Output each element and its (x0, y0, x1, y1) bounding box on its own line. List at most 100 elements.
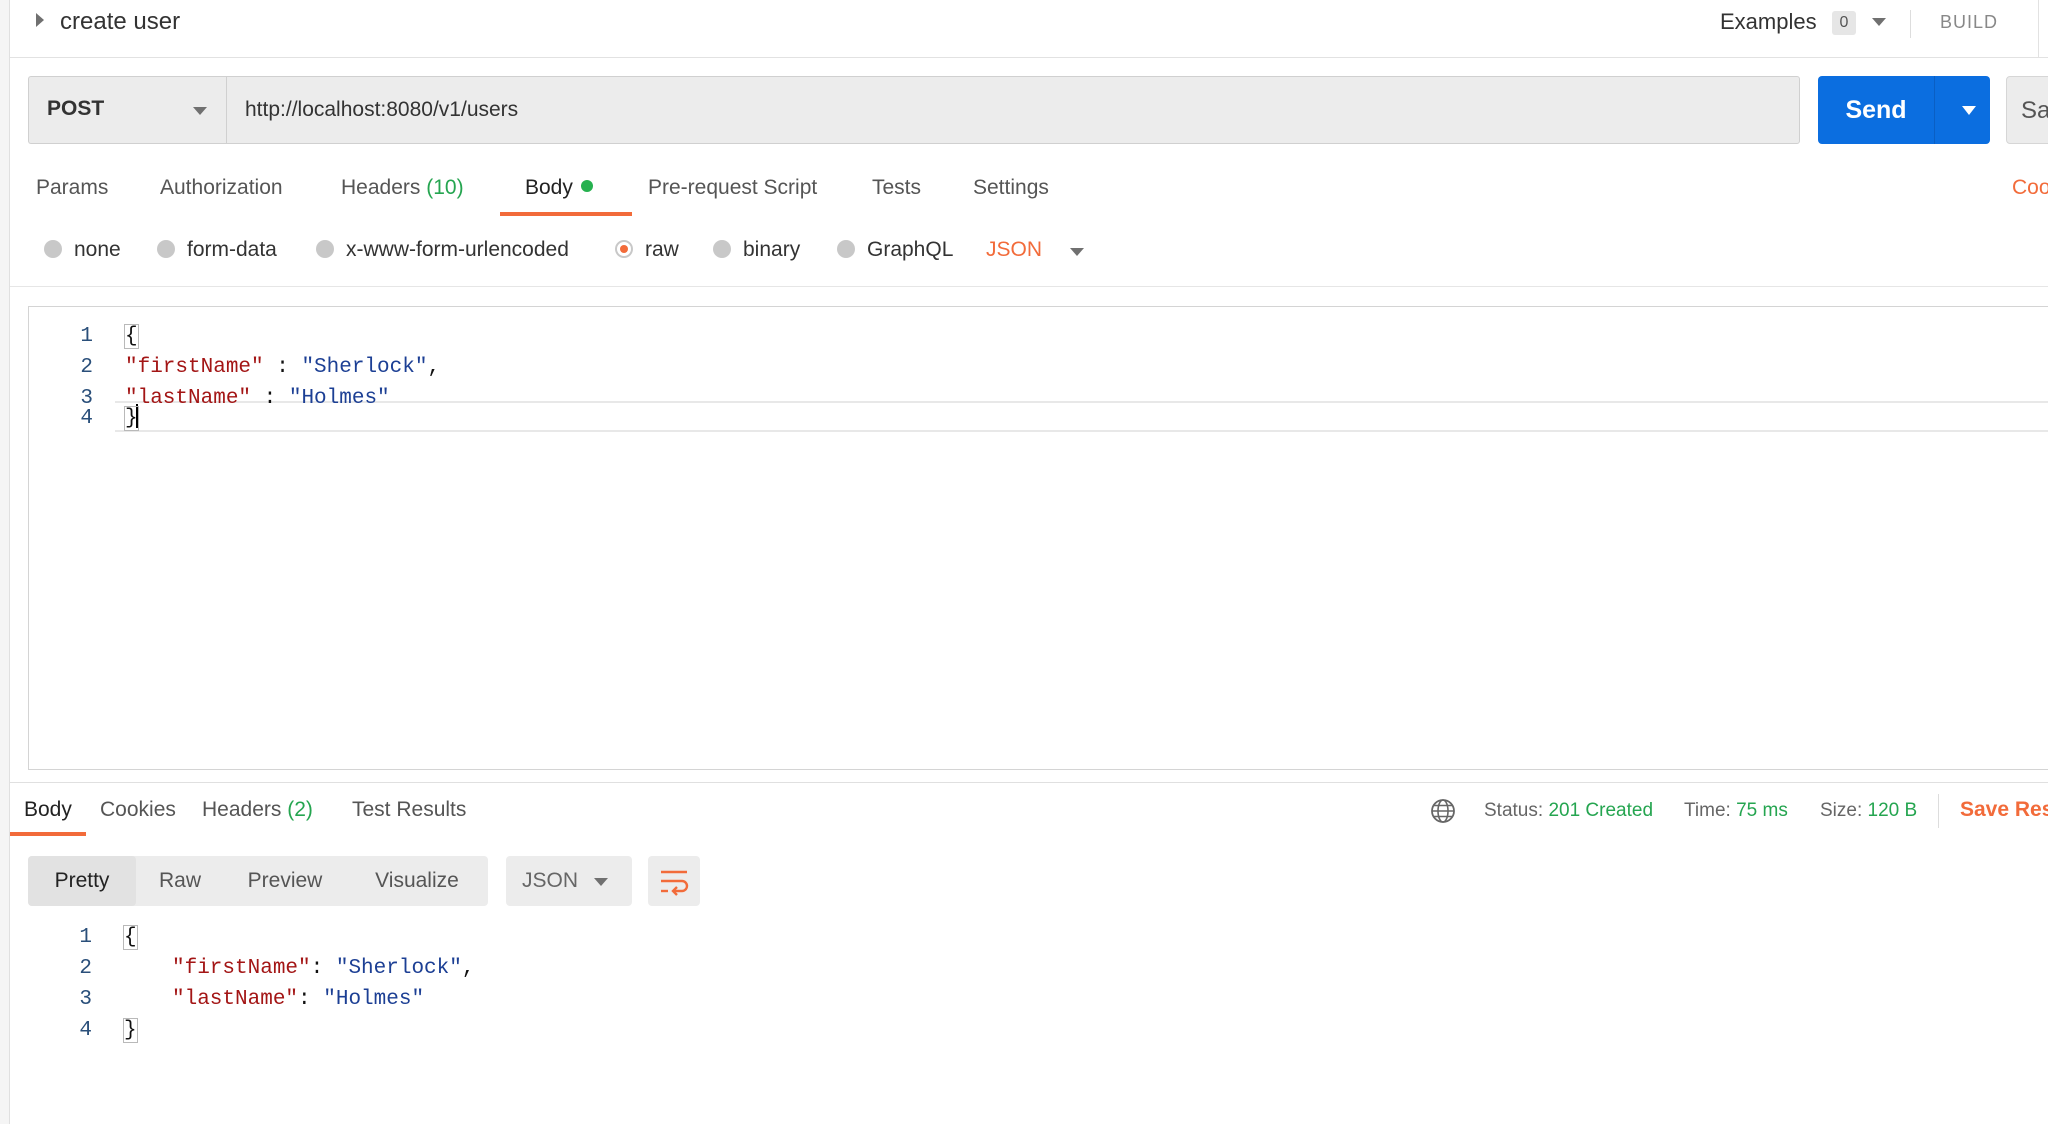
radio-graphql-label: GraphQL (867, 238, 954, 261)
json-separator: : (263, 356, 302, 379)
json-comma: , (427, 356, 441, 379)
open-brace: { (124, 324, 139, 349)
code-line: 2 "firstName" : "Sherlock", (29, 352, 2048, 383)
method-select[interactable]: POST (28, 76, 226, 144)
line-number: 2 (79, 957, 92, 980)
radio-raw-label: raw (645, 238, 679, 261)
save-response-button[interactable]: Save Res (1960, 798, 2048, 822)
active-tab-indicator (10, 832, 86, 836)
response-body-viewer[interactable]: 1 { 2 "firstName": "Sherlock", 3 "lastNa… (28, 922, 2048, 1122)
radio-circle-icon[interactable] (837, 240, 855, 258)
response-format-select[interactable]: JSON (506, 856, 632, 906)
chevron-down-icon[interactable] (1070, 248, 1084, 256)
url-input[interactable] (226, 76, 1800, 144)
tab-headers-label: Headers (341, 176, 421, 199)
view-visualize-button[interactable]: Visualize (346, 856, 488, 906)
send-options-chevron-icon[interactable] (1962, 106, 1976, 115)
tab-pre-request-script[interactable]: Pre-request Script (648, 176, 817, 200)
code-text: "lastName": "Holmes" (172, 984, 424, 1015)
view-preview-button[interactable]: Preview (224, 856, 346, 906)
code-line: 4 } (29, 403, 2048, 434)
response-tab-headers[interactable]: Headers (2) (202, 798, 313, 822)
code-text: { (124, 321, 139, 352)
view-pretty-button[interactable]: Pretty (28, 856, 136, 906)
radio-graphql[interactable]: GraphQL (837, 238, 953, 262)
status-label: Status: (1484, 800, 1544, 821)
response-status: Status: 201 Created (1484, 800, 1653, 822)
radio-none-label: none (74, 238, 121, 261)
code-text: "firstName" : "Sherlock", (125, 352, 440, 383)
response-format-label: JSON (522, 869, 579, 892)
wrap-lines-icon (661, 870, 689, 896)
body-format-select[interactable]: JSON (986, 238, 1042, 262)
code-text: } (124, 403, 139, 434)
radio-none[interactable]: none (44, 238, 121, 262)
cookies-link[interactable]: Cook (2012, 176, 2048, 200)
radio-circle-icon[interactable] (713, 240, 731, 258)
request-name[interactable]: create user (60, 8, 180, 36)
response-tab-cookies[interactable]: Cookies (100, 798, 176, 822)
divider (10, 286, 2048, 287)
response-tabs: Body Cookies Headers (2) Test Results St… (10, 790, 2048, 838)
line-number: 2 (80, 356, 93, 379)
size-label: Size: (1820, 800, 1863, 821)
globe-icon[interactable] (1430, 798, 1456, 824)
response-time: Time: 75 ms (1684, 800, 1788, 822)
radio-circle-icon[interactable] (316, 240, 334, 258)
radio-circle-icon[interactable] (157, 240, 175, 258)
tab-body-label: Body (525, 176, 573, 199)
radio-selected-icon[interactable] (615, 240, 633, 258)
request-body-editor[interactable]: 1 { 2 "firstName" : "Sherlock", 3 "lastN… (28, 306, 2048, 770)
tab-body[interactable]: Body (525, 176, 593, 200)
divider (1938, 794, 1939, 828)
view-raw-button[interactable]: Raw (136, 856, 224, 906)
radio-binary[interactable]: binary (713, 238, 800, 262)
wrap-lines-button[interactable] (648, 856, 700, 906)
time-label: Time: (1684, 800, 1731, 821)
code-line: 2 "firstName": "Sherlock", (28, 953, 2048, 984)
line-number: 1 (80, 325, 93, 348)
save-button-label: Sa (2021, 97, 2048, 124)
response-tab-body[interactable]: Body (24, 798, 72, 822)
radio-circle-icon[interactable] (44, 240, 62, 258)
json-string: "Holmes" (323, 988, 425, 1011)
code-line: 1 { (28, 922, 2048, 953)
radio-urlencoded[interactable]: x-www-form-urlencoded (316, 238, 569, 262)
text-cursor (135, 404, 138, 428)
tab-authorization[interactable]: Authorization (160, 176, 283, 200)
json-key: "firstName" (125, 356, 264, 379)
tab-headers[interactable]: Headers (10) (341, 176, 464, 200)
json-separator: : (298, 988, 324, 1011)
examples-count-badge: 0 (1832, 11, 1856, 35)
title-bar-edge (2038, 0, 2048, 58)
send-button-label[interactable]: Send (1818, 76, 1934, 144)
response-tab-headers-label: Headers (202, 798, 282, 821)
save-button[interactable]: Sa (2006, 76, 2048, 144)
chevron-down-icon[interactable] (1872, 18, 1886, 26)
left-sidebar-edge (0, 0, 10, 1124)
tab-settings[interactable]: Settings (973, 176, 1049, 200)
build-mode-toggle[interactable]: BUILD (1940, 12, 1998, 33)
response-tab-test-results[interactable]: Test Results (352, 798, 466, 822)
code-text: } (123, 1015, 138, 1046)
expand-caret-icon[interactable] (36, 13, 44, 27)
send-split-divider (1934, 76, 1935, 144)
tab-params[interactable]: Params (36, 176, 108, 200)
status-value[interactable]: 201 Created (1548, 800, 1653, 821)
json-key: "firstName" (172, 957, 311, 980)
radio-form-data[interactable]: form-data (157, 238, 277, 262)
size-value[interactable]: 120 B (1868, 800, 1918, 821)
send-button[interactable]: Send (1818, 76, 1990, 144)
line-number: 1 (79, 926, 92, 949)
tab-tests[interactable]: Tests (872, 176, 921, 200)
json-string: "Sherlock" (301, 356, 428, 379)
body-type-selector: none form-data x-www-form-urlencoded raw… (10, 232, 2048, 272)
time-value[interactable]: 75 ms (1736, 800, 1788, 821)
radio-raw[interactable]: raw (615, 238, 679, 262)
divider (1910, 10, 1911, 38)
radio-form-data-label: form-data (187, 238, 277, 261)
active-tab-indicator (500, 212, 632, 216)
open-brace: { (123, 925, 138, 950)
json-separator: : (310, 957, 336, 980)
examples-dropdown[interactable]: Examples (1720, 9, 1817, 35)
